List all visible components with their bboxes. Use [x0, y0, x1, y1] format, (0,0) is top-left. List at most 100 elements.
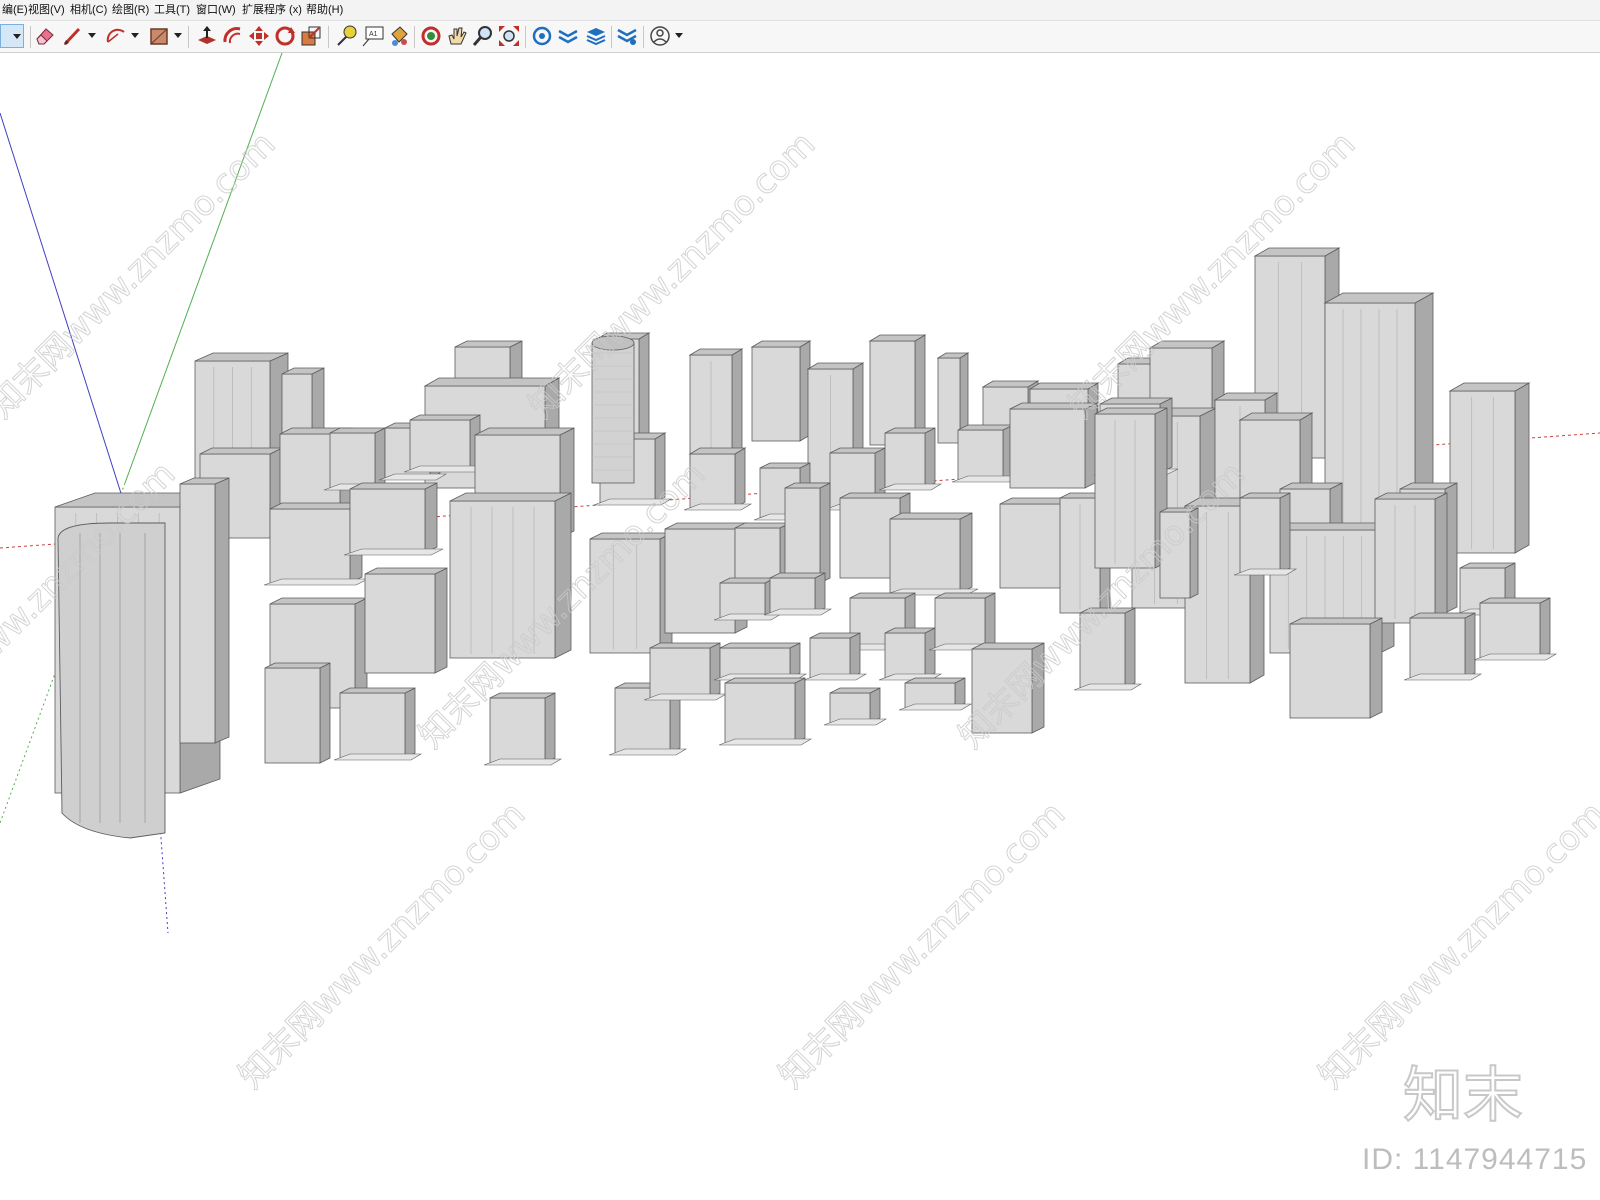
model-viewport[interactable]: 知末网www.znzmo.com 知末网www.znzmo.com 知末网www.z…: [0, 53, 1600, 1200]
chevron-down-icon[interactable]: [131, 33, 139, 38]
menu-extensions[interactable]: 扩展程序 (x): [242, 3, 302, 17]
zoom-extents-tool-button[interactable]: [497, 24, 521, 48]
menu-bar: 编(E) 视图(V) 相机(C) 绘图(R) 工具(T) 窗口(W) 扩展程序 …: [0, 0, 1600, 21]
building-roof: [724, 677, 806, 684]
toolbar-separator: [328, 26, 329, 48]
building-front-face: [884, 632, 926, 679]
building-front-face: [364, 573, 436, 674]
building: [713, 642, 808, 681]
building: [264, 662, 331, 764]
building-roof: [719, 642, 801, 649]
building-front-face: [1409, 617, 1466, 679]
menu-draw[interactable]: 绘图(R): [112, 3, 149, 17]
menu-view[interactable]: 视图(V): [28, 3, 65, 17]
building: [951, 424, 1021, 483]
building-front-face: [769, 577, 816, 614]
building-plinth: [718, 738, 813, 746]
pan-tool-button[interactable]: [445, 24, 469, 48]
shape-tool-button[interactable]: [147, 24, 171, 48]
building-front-face: [809, 637, 851, 679]
building-front-face: [1239, 497, 1281, 574]
toolbar-separator: [643, 26, 644, 48]
menu-tools[interactable]: 工具(T): [154, 3, 190, 17]
building-roof: [474, 427, 575, 436]
building-front-face: [269, 508, 351, 584]
rotate-icon: [275, 26, 295, 46]
tape-measure-tool-button[interactable]: [335, 24, 359, 48]
orbit-icon: [421, 26, 441, 46]
building-roof: [806, 362, 865, 370]
building-front-face: [264, 667, 321, 764]
building-side-face: [1279, 492, 1291, 574]
text-tool-button[interactable]: A1: [361, 24, 385, 48]
move-icon: [249, 26, 269, 46]
building-side-face: [709, 642, 721, 699]
building-roof: [269, 502, 363, 510]
building: [878, 627, 943, 681]
building: [1448, 382, 1531, 554]
building-group: [54, 247, 1558, 839]
rotate-tool-button[interactable]: [273, 24, 297, 48]
building-front-face: [649, 647, 711, 699]
menu-camera[interactable]: 相机(C): [70, 3, 107, 17]
building-roof: [1253, 247, 1341, 257]
scale-icon: [301, 26, 321, 46]
menu-window[interactable]: 窗口(W): [196, 3, 236, 17]
paint-bucket-tool-button[interactable]: [387, 24, 411, 48]
building-side-face: [819, 482, 831, 584]
zoom-tool-button[interactable]: [471, 24, 495, 48]
chevron-down-icon[interactable]: [675, 33, 683, 38]
scale-tool-button[interactable]: [299, 24, 323, 48]
building-side-face: [734, 447, 746, 509]
select-tool-button[interactable]: [0, 24, 24, 48]
building-roof: [849, 592, 916, 599]
arc-tool-button[interactable]: [104, 24, 128, 48]
offset-icon: [223, 27, 241, 44]
menu-edit[interactable]: 编(E): [2, 3, 28, 17]
magnifier-icon: [472, 26, 492, 46]
menu-help[interactable]: 帮助(H): [306, 3, 343, 17]
chevron-down-icon[interactable]: [13, 34, 21, 39]
building-roof: [1374, 492, 1448, 500]
watermark-text: 知末网www.znzmo.com: [231, 794, 533, 1096]
layout-tool-button[interactable]: [584, 24, 608, 48]
text-icon: A1: [362, 26, 384, 47]
push-pull-tool-button[interactable]: [195, 24, 219, 48]
building-roof: [688, 348, 744, 356]
extension-warehouse-tool-button[interactable]: [556, 24, 580, 48]
building-front-face: [934, 597, 986, 649]
extension-manager-tool-button[interactable]: [615, 24, 639, 48]
building-front-face: [784, 487, 821, 584]
building-side-face: [434, 567, 448, 674]
tape-measure-icon: [337, 25, 357, 46]
building: [763, 572, 833, 616]
watermark-text: 知末网www.znzmo.com: [771, 794, 1073, 1096]
warehouse-tool-button[interactable]: [530, 24, 554, 48]
building: [643, 642, 728, 701]
building-roof: [269, 597, 368, 605]
account-tool-button[interactable]: [648, 24, 672, 48]
toolbar-separator: [414, 26, 415, 48]
eraser-tool-button[interactable]: [33, 24, 57, 48]
line-tool-button[interactable]: [61, 24, 85, 48]
building-front-face: [329, 432, 376, 489]
rectangle-icon: [150, 28, 168, 45]
building-roof: [1323, 292, 1435, 304]
building: [928, 592, 1003, 651]
building-roof: [409, 414, 481, 421]
building: [179, 477, 230, 744]
offset-tool-button[interactable]: [221, 24, 245, 48]
chevron-down-icon[interactable]: [88, 33, 96, 38]
building-roof: [734, 522, 791, 529]
building: [823, 687, 888, 726]
move-tool-button[interactable]: [247, 24, 271, 48]
arc-icon: [106, 28, 125, 43]
building-roof: [1448, 382, 1531, 392]
building: [364, 567, 448, 674]
building-side-face: [214, 477, 230, 744]
chevron-down-icon[interactable]: [174, 33, 182, 38]
orbit-tool-button[interactable]: [419, 24, 443, 48]
building-side-face: [789, 642, 801, 679]
building-side-face: [1539, 597, 1551, 659]
building: [1374, 492, 1448, 624]
